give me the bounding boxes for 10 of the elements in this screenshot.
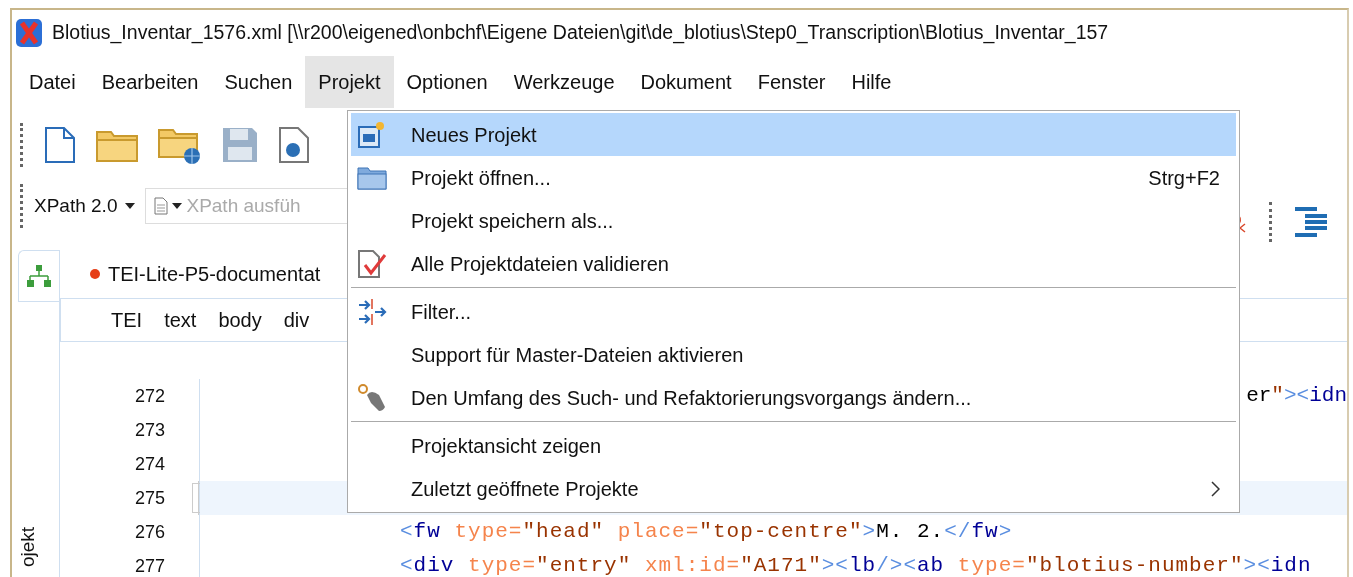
window-title: Blotius_Inventar_1576.xml [\\r200\eigened\onbchf\Eigene Dateien\git\de_blotius\Step0_Transcription\Blotius_Inventar_157	[52, 20, 1109, 46]
code-line: <div type="entry" xml:id="A171"><lb/><ab type="blotius-number"><idn	[400, 554, 1312, 577]
line-number: 273	[60, 413, 200, 447]
line-number: 276	[60, 515, 200, 549]
code-line-fragment: er"><idn	[1246, 384, 1347, 408]
code-line: <fw type="head" place="top-centre">M. 2.</fw>	[400, 520, 1013, 544]
line-number: 274	[60, 447, 200, 481]
line-number: 272	[60, 379, 200, 413]
shortcut-label: Strg+F2	[1148, 165, 1220, 191]
line-number: 277	[60, 549, 200, 577]
